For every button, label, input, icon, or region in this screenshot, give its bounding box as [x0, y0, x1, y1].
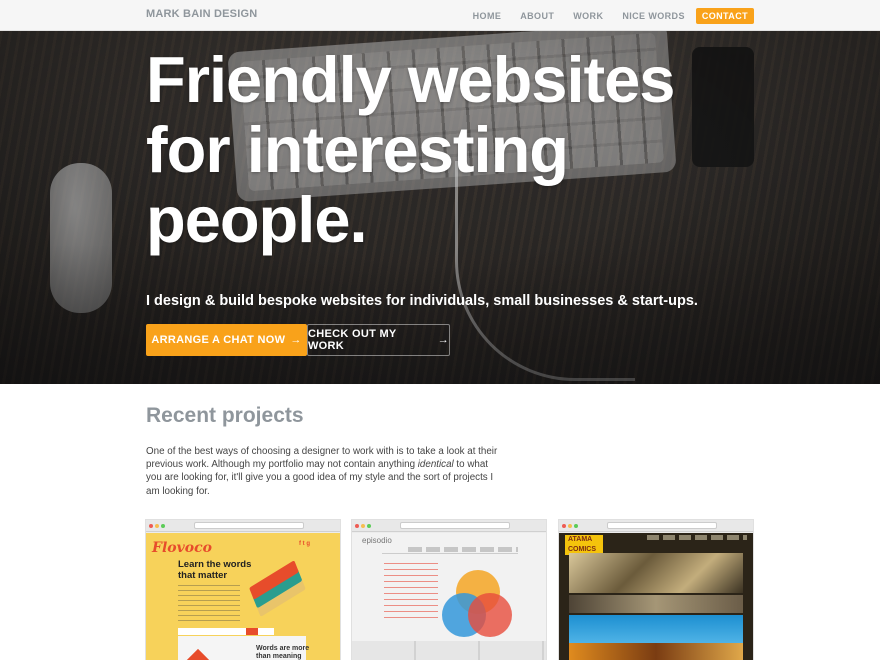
browser-chrome — [559, 520, 753, 532]
project-thumbnail: ATAMA COMICS — [559, 533, 753, 660]
check-out-work-label: CHECK OUT MY WORK — [308, 328, 397, 352]
main-nav: HOME ABOUT WORK NICE WORDS CONTACT — [454, 8, 754, 24]
brand-logo[interactable]: MARK BAIN DESIGN — [146, 8, 257, 20]
project-card-flovoco[interactable]: Flovoco f t g Learn the words that matte… — [146, 520, 340, 660]
hero-headline-line: people. — [146, 183, 368, 256]
nav-contact-button[interactable]: CONTACT — [695, 8, 754, 24]
recent-projects-intro: One of the best ways of choosing a desig… — [146, 446, 498, 497]
nav-work-link[interactable]: WORK — [573, 11, 603, 21]
top-nav-bar: MARK BAIN DESIGN HOME ABOUT WORK NICE WO… — [0, 0, 880, 31]
nav-home-link[interactable]: HOME — [473, 11, 502, 21]
arrow-right-icon: → — [437, 334, 449, 346]
browser-chrome — [352, 520, 546, 532]
comic-panel — [569, 615, 743, 643]
project-card-episodio[interactable]: episodio — [352, 520, 546, 660]
project-logo: ATAMA COMICS — [565, 535, 603, 555]
hero-tagline: I design & build bespoke websites for in… — [146, 293, 698, 309]
project-subhead: Words are more than meaning — [256, 645, 310, 660]
project-thumbnail: episodio — [352, 533, 546, 660]
project-logo: episodio — [362, 536, 392, 545]
social-share-icons: f t g — [299, 541, 310, 547]
hero-headline-line: Friendly websites — [146, 43, 675, 116]
nav-about-link[interactable]: ABOUT — [520, 11, 554, 21]
project-card-atama[interactable]: ATAMA COMICS — [559, 520, 753, 660]
project-thumbnail: Flovoco f t g Learn the words that matte… — [146, 533, 340, 660]
comic-panel — [569, 643, 743, 660]
check-out-work-button[interactable]: CHECK OUT MY WORK → — [307, 324, 450, 356]
arrange-chat-button[interactable]: ARRANGE A CHAT NOW → — [146, 324, 307, 356]
hero-section: Friendly websites for interesting people… — [0, 31, 880, 384]
project-logo: Flovoco — [152, 540, 212, 556]
browser-chrome — [146, 520, 340, 532]
hero-headline-line: for interesting — [146, 113, 569, 186]
comic-panel — [569, 595, 743, 613]
arrow-right-icon: → — [290, 334, 302, 346]
hero-headline: Friendly websites for interesting people… — [146, 45, 766, 255]
comic-panel — [569, 553, 743, 593]
project-headline: Learn the words that matter — [178, 559, 252, 581]
arrange-chat-label: ARRANGE A CHAT NOW — [151, 334, 286, 346]
nav-nice-words-link[interactable]: NICE WORDS — [622, 11, 685, 21]
recent-projects-title: Recent projects — [146, 404, 304, 427]
